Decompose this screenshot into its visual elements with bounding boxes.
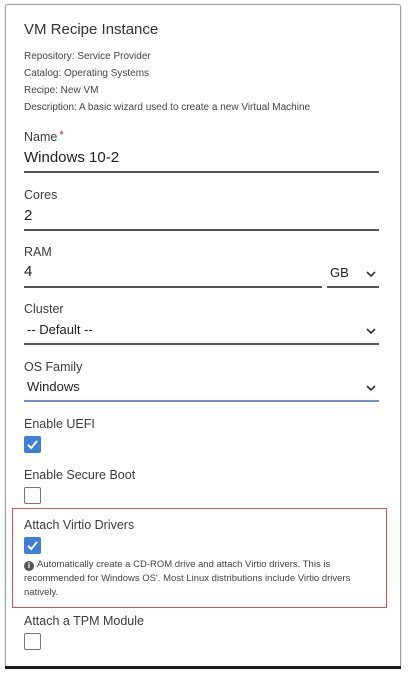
name-input[interactable]: Windows 10-2 — [24, 149, 119, 166]
chevron-down-icon[interactable] — [366, 270, 376, 278]
name-input-underline — [24, 171, 379, 173]
ram-label: RAM — [24, 245, 52, 259]
description-text: Description: A basic wizard used to crea… — [24, 102, 311, 113]
cores-label: Cores — [24, 188, 58, 202]
ram-unit-underline — [327, 286, 379, 288]
cluster-label: Cluster — [24, 302, 64, 316]
repository-text: Repository: Service Provider — [24, 51, 151, 62]
virtio-help-text: i Automatically create a CD-ROM drive and… — [24, 559, 351, 598]
checkmark-icon — [27, 541, 38, 551]
enable-uefi-checkbox[interactable] — [24, 436, 41, 453]
attach-tpm-label: Attach a TPM Module — [24, 614, 144, 628]
chevron-down-icon[interactable] — [366, 384, 376, 392]
cluster-select-underline — [24, 343, 379, 345]
cores-input-underline — [24, 229, 379, 231]
panel-title: VM Recipe Instance — [24, 21, 159, 38]
enable-secure-boot-checkbox[interactable] — [24, 487, 41, 504]
os-family-label: OS Family — [24, 360, 83, 374]
attach-virtio-checkbox[interactable] — [24, 537, 41, 554]
os-family-select-underline — [24, 400, 379, 402]
enable-uefi-label: Enable UEFI — [24, 417, 95, 431]
ram-unit-select[interactable]: GB — [330, 265, 349, 280]
ram-input[interactable]: 4 — [24, 263, 32, 280]
cores-input[interactable]: 2 — [24, 207, 32, 224]
checkmark-icon — [27, 440, 38, 450]
name-label: Name * — [24, 129, 64, 144]
catalog-text: Catalog: Operating Systems — [24, 68, 150, 79]
ram-input-underline — [24, 286, 322, 288]
enable-secure-boot-label: Enable Secure Boot — [24, 468, 136, 482]
cluster-select[interactable]: -- Default -- — [27, 322, 93, 337]
info-icon: i — [24, 561, 34, 571]
chevron-down-icon[interactable] — [366, 327, 376, 335]
attach-virtio-label: Attach Virtio Drivers — [24, 518, 135, 532]
required-mark: * — [59, 129, 64, 141]
recipe-text: Recipe: New VM — [24, 85, 99, 96]
attach-tpm-checkbox[interactable] — [24, 633, 41, 650]
panel-bottom-border — [5, 666, 401, 669]
os-family-select[interactable]: Windows — [27, 379, 80, 394]
